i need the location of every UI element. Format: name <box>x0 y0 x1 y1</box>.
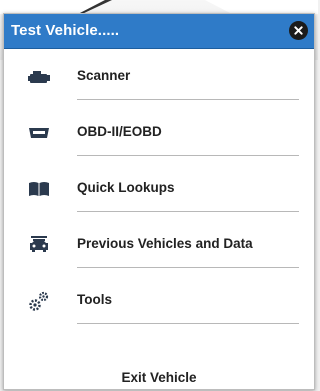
vehicle-history-icon <box>28 234 50 256</box>
dialog-header: Test Vehicle..... <box>4 14 314 49</box>
menu-item-scanner[interactable]: Scanner <box>4 48 314 104</box>
menu-item-quick-lookups[interactable]: Quick Lookups <box>4 160 314 216</box>
menu-item-tools[interactable]: Tools <box>4 272 314 328</box>
menu-item-label: Previous Vehicles and Data <box>77 236 253 251</box>
menu-item-label: OBD-II/EOBD <box>77 124 162 139</box>
close-icon <box>294 26 303 35</box>
menu-item-label: Tools <box>77 292 112 307</box>
divider <box>77 211 299 212</box>
obd-connector-icon <box>28 122 50 144</box>
menu-list: Scanner OBD-II/EOBD Quick Lookups Previo… <box>4 48 314 328</box>
divider <box>77 267 299 268</box>
menu-item-previous-vehicles[interactable]: Previous Vehicles and Data <box>4 216 314 272</box>
dialog-title: Test Vehicle..... <box>11 22 120 39</box>
divider <box>77 323 299 324</box>
engine-icon <box>28 66 50 88</box>
book-icon <box>28 178 50 200</box>
menu-item-label: Quick Lookups <box>77 180 175 195</box>
divider <box>77 99 299 100</box>
menu-item-label: Scanner <box>77 68 131 83</box>
close-button[interactable] <box>289 21 308 40</box>
vehicle-menu-dialog: Test Vehicle..... Scanner OBD-II/EOBD Qu… <box>3 13 315 390</box>
gears-icon <box>28 290 50 312</box>
menu-item-obd[interactable]: OBD-II/EOBD <box>4 104 314 160</box>
exit-vehicle-button[interactable]: Exit Vehicle <box>4 370 314 385</box>
divider <box>77 155 299 156</box>
